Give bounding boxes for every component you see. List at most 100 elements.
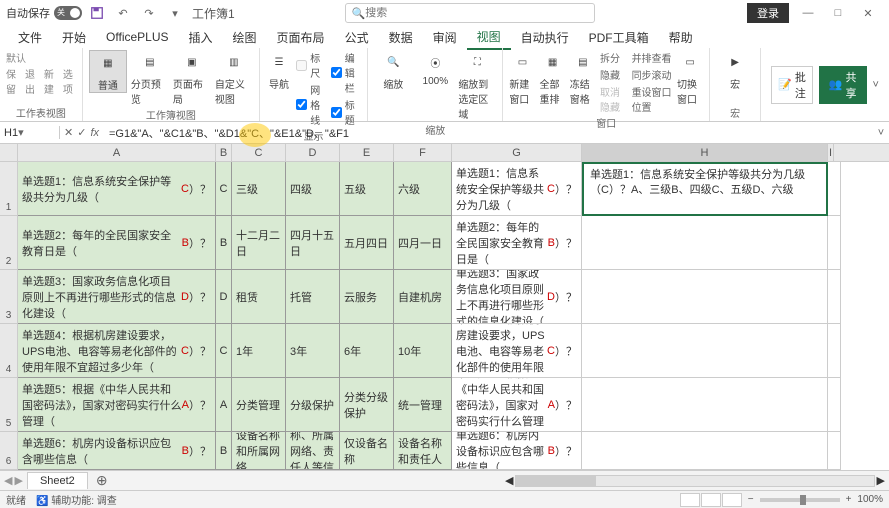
- cell[interactable]: 租赁: [232, 270, 286, 324]
- row-header-1[interactable]: 1: [0, 162, 18, 216]
- ruler-check[interactable]: 标尺: [296, 50, 327, 80]
- cell[interactable]: [828, 270, 841, 324]
- tab-页面布局[interactable]: 页面布局: [267, 26, 335, 49]
- cell[interactable]: [582, 216, 828, 270]
- tab-数据[interactable]: 数据: [379, 26, 423, 49]
- cell[interactable]: A: [216, 378, 232, 432]
- cell[interactable]: 托管: [286, 270, 340, 324]
- row-header-5[interactable]: 5: [0, 378, 18, 432]
- cell[interactable]: 1年: [232, 324, 286, 378]
- cell[interactable]: 单选题3：国家政务信息化项目原则上不再进行哪些形式的信息化建设（D）？: [18, 270, 216, 324]
- confirm-formula-icon[interactable]: ✓: [77, 126, 86, 139]
- col-header-E[interactable]: E: [340, 144, 394, 161]
- col-header-H[interactable]: H: [582, 144, 828, 161]
- split-button[interactable]: 拆分: [600, 50, 628, 65]
- autosave-toggle[interactable]: 关: [54, 6, 82, 20]
- name-box[interactable]: H1▾: [0, 126, 60, 139]
- col-header-D[interactable]: D: [286, 144, 340, 161]
- save-icon[interactable]: [86, 2, 108, 24]
- select-all-corner[interactable]: [0, 144, 18, 161]
- sheet-tab[interactable]: Sheet2: [27, 472, 88, 489]
- arrange-button[interactable]: ▦全部重排: [540, 50, 566, 106]
- col-header-A[interactable]: A: [18, 144, 216, 161]
- cell[interactable]: C: [216, 324, 232, 378]
- cell[interactable]: 单选题5：根据《中华人民共和国密码法》，国家对密码实行什么管理（A）？: [452, 378, 582, 432]
- cell[interactable]: [582, 378, 828, 432]
- formula-expand-icon[interactable]: ˅: [873, 127, 889, 139]
- row-header-4[interactable]: 4: [0, 324, 18, 378]
- undo-icon[interactable]: ↶: [112, 2, 134, 24]
- tab-文件[interactable]: 文件: [8, 26, 52, 49]
- cancel-formula-icon[interactable]: ✕: [64, 126, 73, 139]
- default-view-button[interactable]: 默认: [6, 50, 76, 65]
- cell[interactable]: 四级: [286, 162, 340, 216]
- cell[interactable]: 设备名称和责任人: [394, 432, 452, 470]
- formulabar-check[interactable]: 编辑栏: [331, 50, 362, 95]
- cell[interactable]: [828, 378, 841, 432]
- tab-公式[interactable]: 公式: [335, 26, 379, 49]
- add-sheet-button[interactable]: ⊕: [88, 472, 116, 489]
- row-header-6[interactable]: 6: [0, 432, 18, 470]
- cell[interactable]: 三级: [232, 162, 286, 216]
- qat-dropdown-icon[interactable]: ▾: [164, 2, 186, 24]
- sheet-nav-next-icon[interactable]: ▶: [14, 474, 22, 487]
- custom-view-button[interactable]: ▥自定义视图: [215, 50, 253, 106]
- headings-check[interactable]: 标题: [331, 97, 362, 127]
- maximize-icon[interactable]: □: [823, 0, 853, 26]
- zoom-100-button[interactable]: ⦿100%: [416, 50, 454, 87]
- cell[interactable]: 单选题4：根据机房建设要求，UPS电池、电容等易老化部件的使用年限不宜超过多少年…: [18, 324, 216, 378]
- col-header-F[interactable]: F: [394, 144, 452, 161]
- cell[interactable]: 单选题3：国家政务信息化项目原则上不再进行哪些形式的信息化建设（D）？: [452, 270, 582, 324]
- cell[interactable]: 云服务: [340, 270, 394, 324]
- ribbon-collapse-icon[interactable]: ˅: [873, 79, 879, 91]
- cell[interactable]: 3年: [286, 324, 340, 378]
- freeze-button[interactable]: ▤冻结窗格: [570, 50, 596, 106]
- tab-绘图[interactable]: 绘图: [223, 26, 267, 49]
- cell[interactable]: 单选题5：根据《中华人民共和国密码法》，国家对密码实行什么管理（A）？: [18, 378, 216, 432]
- minimize-icon[interactable]: —: [793, 0, 823, 26]
- cell[interactable]: [828, 432, 841, 470]
- macros-button[interactable]: ▶宏: [716, 50, 754, 91]
- col-header-B[interactable]: B: [216, 144, 232, 161]
- comment-button[interactable]: 📝批注: [771, 66, 813, 104]
- cell[interactable]: 单选题6：机房内设备标识应包含哪些信息（B）？: [18, 432, 216, 470]
- tab-PDF工具箱[interactable]: PDF工具箱: [579, 26, 659, 49]
- tab-帮助[interactable]: 帮助: [659, 26, 703, 49]
- cell[interactable]: [828, 216, 841, 270]
- cell[interactable]: [582, 432, 828, 470]
- cell[interactable]: [828, 324, 841, 378]
- cell[interactable]: 自建机房: [394, 270, 452, 324]
- hscroll-left-icon[interactable]: ◀: [505, 474, 513, 487]
- cell[interactable]: 分级保护: [286, 378, 340, 432]
- tab-插入[interactable]: 插入: [179, 26, 223, 49]
- cell[interactable]: [828, 162, 841, 216]
- switch-window-button[interactable]: ▭切换窗口: [677, 50, 703, 106]
- fx-icon[interactable]: fx: [90, 127, 99, 139]
- login-button[interactable]: 登录: [747, 3, 789, 23]
- hscroll-track[interactable]: [515, 475, 874, 487]
- cell[interactable]: 六级: [394, 162, 452, 216]
- normal-view-button[interactable]: ▦普通: [89, 50, 127, 93]
- pagelayout-button[interactable]: ▣页面布局: [173, 50, 211, 106]
- cell[interactable]: 单选题1：信息系统安全保护等级共分为几级（C）？A、三级B、四级C、五级D、六级: [582, 162, 828, 216]
- col-header-I[interactable]: I: [828, 144, 834, 161]
- cell[interactable]: 四月十五日: [286, 216, 340, 270]
- search-input[interactable]: [365, 7, 587, 19]
- tab-OfficePLUS[interactable]: OfficePLUS: [96, 27, 178, 47]
- formula-input[interactable]: =G1&"A、"&C1&"B、"&D1&"C、"&E1&"D、"&F1: [103, 125, 873, 141]
- hide-button[interactable]: 隐藏: [600, 67, 628, 82]
- redo-icon[interactable]: ↷: [138, 2, 160, 24]
- cell[interactable]: 单选题2：每年的全民国家安全教育日是（B）？: [18, 216, 216, 270]
- navigation-button[interactable]: ☰导航: [266, 50, 292, 91]
- cell[interactable]: 6年: [340, 324, 394, 378]
- cell[interactable]: [582, 324, 828, 378]
- search-box[interactable]: 🔍: [345, 3, 595, 23]
- cell[interactable]: D: [216, 270, 232, 324]
- new-window-button[interactable]: ▭新建窗口: [509, 50, 535, 106]
- cell[interactable]: B: [216, 216, 232, 270]
- zoom-selection-button[interactable]: ⛶缩放到选定区域: [458, 50, 496, 121]
- cell[interactable]: 四月一日: [394, 216, 452, 270]
- zoom-button[interactable]: 🔍缩放: [374, 50, 412, 91]
- row-header-2[interactable]: 2: [0, 216, 18, 270]
- cell[interactable]: 五级: [340, 162, 394, 216]
